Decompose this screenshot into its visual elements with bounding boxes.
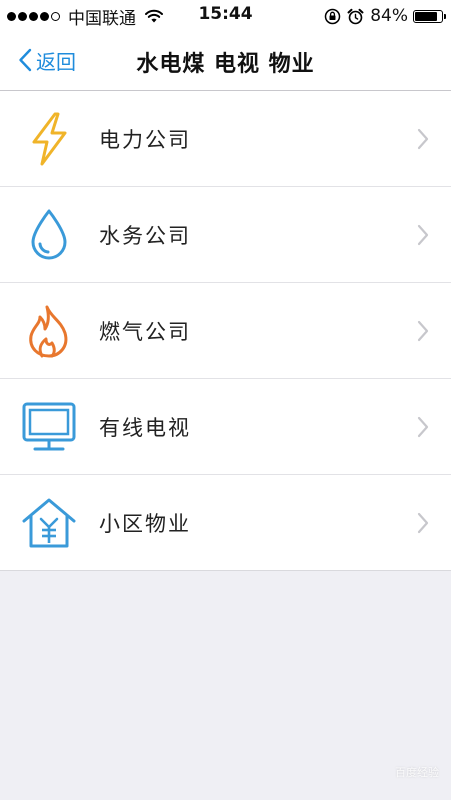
watermark: 百度经验 [395,766,439,779]
list-item-cable-tv[interactable]: 有线电视 [0,378,451,474]
page-title: 水电煤 电视 物业 [136,52,315,77]
battery-icon [413,9,446,23]
lightning-icon [20,110,78,168]
flame-icon [20,302,78,360]
list-item-label: 有线电视 [99,415,191,440]
battery-fill [415,11,437,21]
list-item-gas[interactable]: 燃气公司 [0,282,451,378]
list-item-property[interactable]: 小区物业 [0,474,451,570]
chevron-right-icon [417,320,429,342]
chevron-right-icon [417,512,429,534]
house-yen-icon [20,494,78,552]
alarm-clock-icon [347,8,364,24]
navigation-bar: 返回 水电煤 电视 物业 [0,32,451,91]
list-item-label: 水务公司 [99,223,191,248]
water-drop-icon [20,206,78,264]
status-right: 84% [324,5,446,27]
list-item-electricity[interactable]: 电力公司 [0,91,451,186]
tv-monitor-icon [20,398,78,456]
orientation-lock-icon [324,8,341,24]
chevron-right-icon [417,416,429,438]
chevron-right-icon [417,224,429,246]
chevron-right-icon [417,128,429,150]
list-item-label: 电力公司 [99,127,191,152]
status-bar: 中国联通 15:44 84% [0,0,451,32]
list-item-label: 小区物业 [99,511,191,536]
screen: 中国联通 15:44 84% 返回 水电煤 电视 物业 电力公司 水务公司 燃气… [0,0,451,800]
list-item-water[interactable]: 水务公司 [0,186,451,282]
list-item-label: 燃气公司 [99,319,191,344]
service-list: 电力公司 水务公司 燃气公司 有线电视 小区物业 [0,91,451,571]
battery-percent: 84% [370,6,408,26]
